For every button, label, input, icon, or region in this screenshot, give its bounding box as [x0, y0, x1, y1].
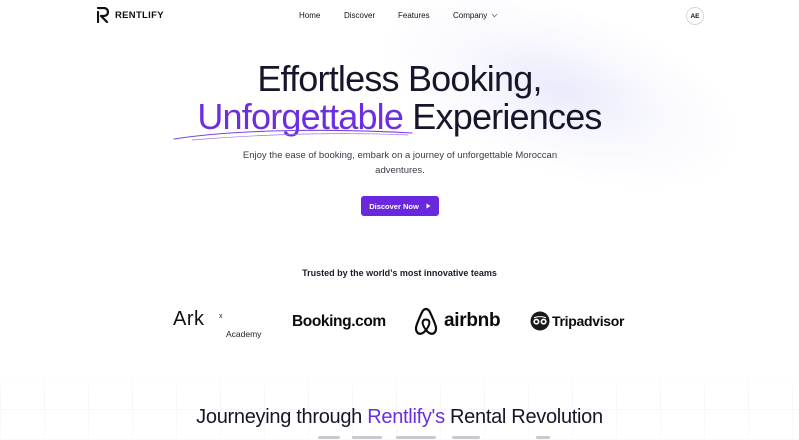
- tripadvisor-wordmark: Tripadvisor: [552, 313, 625, 329]
- booking-logo: Booking.com: [292, 313, 386, 330]
- play-arrow-icon: [426, 203, 431, 209]
- discover-now-label: Discover Now: [369, 201, 419, 211]
- chevron-down-icon: [491, 13, 498, 18]
- tripadvisor-owl-icon: [530, 311, 550, 331]
- hero-subtitle: Enjoy the ease of booking, embark on a j…: [242, 150, 558, 176]
- accent-underline: [173, 129, 413, 141]
- main-nav: Home Discover Features Company: [0, 11, 799, 23]
- section-title-accent: Rentlify's: [367, 406, 445, 428]
- airbnb-wordmark: airbnb: [444, 310, 501, 331]
- nav-discover-link[interactable]: Discover: [344, 11, 375, 20]
- tripadvisor-logo: Tripadvisor: [530, 311, 624, 331]
- nav-home-link[interactable]: Home: [299, 11, 320, 20]
- section-title-post: Rental Revolution: [444, 406, 603, 428]
- top-navbar: RENTLIFY Home Discover Features Company …: [0, 0, 799, 32]
- cut-text-fragment: [318, 436, 340, 439]
- nav-features-link[interactable]: Features: [398, 11, 430, 20]
- cut-text-fragment: [452, 436, 480, 439]
- nav-company-dropdown[interactable]: Company: [453, 11, 498, 20]
- nav-company-label: Company: [453, 11, 488, 20]
- ark-x-mark: x: [219, 313, 223, 320]
- cut-text-fragment: [352, 436, 382, 439]
- ark-academy-label: Academy: [226, 329, 262, 339]
- section-title-pre: Journeying through: [196, 406, 368, 428]
- ark-academy-logo: Ark x Academy: [173, 308, 261, 339]
- trusted-heading: Trusted by the world’s most innovative t…: [302, 268, 497, 278]
- ark-wordmark: Ark: [173, 308, 205, 330]
- discover-now-button[interactable]: Discover Now: [361, 196, 439, 216]
- section-subtitle-cut: [0, 434, 799, 440]
- airbnb-logo-icon: [414, 307, 438, 335]
- hero-title-rest: Experiences: [403, 96, 602, 137]
- cut-text-fragment: [536, 436, 550, 439]
- hero-title-line1: Effortless Booking,: [257, 58, 542, 99]
- partner-logos: Ark x Academy Booking.com airbnb Tripadv…: [0, 300, 799, 340]
- airbnb-logo: airbnb: [412, 306, 501, 336]
- user-avatar[interactable]: AE: [686, 7, 704, 25]
- section-title: Journeying through Rentlify's Rental Rev…: [0, 406, 799, 429]
- cut-text-fragment: [396, 436, 436, 439]
